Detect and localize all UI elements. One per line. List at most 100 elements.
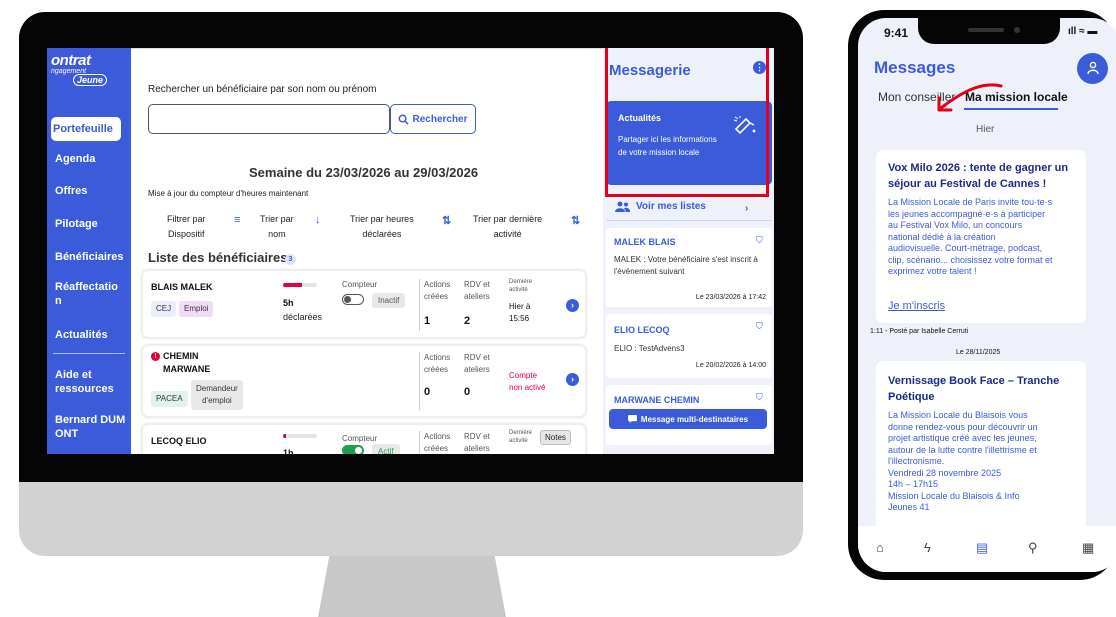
lightning-icon[interactable]: ϟ [924, 540, 931, 555]
profile-avatar[interactable] [1077, 53, 1108, 84]
multi-recipient-message-button[interactable]: Message multi-destinataires [609, 409, 767, 429]
multi-recipient-label: Message multi-destinataires [640, 414, 749, 424]
monitor-stand [318, 556, 506, 617]
post-body: La Mission Locale du Blaisois vous donne… [888, 410, 1038, 512]
conversation-name: MARWANE CHEMIN [614, 395, 700, 405]
app-logo[interactable]: ontrat ngagement Jeune [51, 52, 111, 92]
sidebar-item-portefeuille[interactable]: Portefeuille [51, 117, 121, 141]
sort-down-icon[interactable]: ↓ [315, 214, 321, 226]
highlight-box [605, 48, 769, 197]
conversation-date: Le 23/03/2026 à 17:42 [695, 294, 766, 301]
main-content: Rechercher un bénéficiaire par son nom o… [131, 48, 603, 454]
conversation-message: ELIO : TestAdvens3 [614, 344, 685, 353]
counter-toggle[interactable] [342, 445, 364, 454]
sidebar-item-aide[interactable]: Aide et ressources [55, 368, 114, 396]
tag-pacea: PACEA [151, 391, 188, 407]
panel-divider [606, 220, 772, 221]
actions-label: Actions créées [424, 432, 451, 453]
stage: { "desktop": { "sidebar": { "logo": {"li… [0, 0, 1116, 617]
list-title: Liste des bénéficiaires [148, 250, 288, 265]
counter-state: Actif [372, 444, 400, 454]
week-title: Semaine du 23/03/2026 au 29/03/2026 [249, 165, 479, 180]
toggle-knob [344, 296, 351, 303]
hours-progress-fill [283, 434, 287, 438]
conversation-date: Le 20/02/2026 à 14:00 [695, 362, 766, 369]
sort-updown-icon[interactable]: ⇅ [442, 214, 451, 227]
search-button-label: Rechercher [412, 113, 468, 125]
logo-line-3: Jeune [73, 74, 108, 86]
view-lists-label: Voir mes listes [636, 201, 706, 212]
chat-icon[interactable]: ▤ [976, 540, 988, 556]
sidebar-item-profile[interactable]: Bernard DUM ONT [55, 413, 125, 441]
phone-notch [918, 18, 1060, 44]
hours-value: 1h [283, 448, 294, 454]
filter-dispositif[interactable]: Filtrer par Dispositif [167, 212, 206, 242]
users-icon [615, 201, 630, 212]
notes-tooltip: Notes [540, 430, 571, 445]
conversation-name: ELIO LECOQ [614, 325, 670, 335]
post-body: La Mission Locale de Paris invite tou·te… [888, 197, 1053, 276]
column-divider [419, 352, 420, 410]
bookmark-icon[interactable]: ⛉ [756, 321, 763, 332]
tag-demandeur-emploi: Demandeur d'emploi [191, 380, 243, 410]
messaging-panel: Messagerie ⋮ Actualités Partager ici les… [603, 48, 774, 454]
rdv-label: RDV et ateliers [464, 353, 490, 374]
logo-line-1: ontrat [51, 52, 91, 69]
sort-name[interactable]: Trier par nom [260, 212, 294, 242]
filter-icon[interactable]: ≡ [234, 214, 240, 226]
actions-label: Actions créées [424, 280, 451, 301]
conversation-name: MALEK BLAIS [614, 237, 676, 247]
sort-updown-icon[interactable]: ⇅ [571, 214, 580, 227]
sidebar-divider [53, 353, 125, 354]
hours-progress-bar [283, 434, 317, 438]
beneficiary-row[interactable]: BLAIS MALEK CEJ Emploi 5h déclarées Comp… [142, 270, 586, 338]
calendar-icon[interactable]: ▦ [1082, 540, 1094, 556]
sidebar-item-pilotage[interactable]: Pilotage [55, 217, 98, 231]
actions-label: Actions créées [424, 353, 451, 374]
beneficiary-row[interactable]: LECOQ ELIO 1h Compteur Actif Actions cré… [142, 424, 586, 454]
day-separator: Hier [976, 124, 995, 135]
post-date: Le 28/11/2025 [956, 349, 1001, 356]
open-row-button[interactable]: › [566, 373, 579, 386]
search-button[interactable]: Rechercher [390, 104, 476, 134]
register-link[interactable]: Je m'inscris [888, 300, 945, 312]
search-input[interactable] [148, 104, 390, 134]
notch-speaker [968, 28, 1004, 32]
red-arrow-annotation [937, 83, 1003, 112]
beneficiary-name: CHEMIN MARWANE [163, 351, 211, 374]
open-row-button[interactable]: › [566, 299, 579, 312]
rdv-count: 0 [464, 386, 471, 398]
sort-last-activity[interactable]: Trier par dernière activité [473, 212, 542, 242]
post-card[interactable]: Vernissage Book Face – Tranche Poétique … [876, 361, 1086, 531]
sidebar-item-reaffectation[interactable]: Réaffectatio n [55, 280, 118, 308]
chevron-right-icon[interactable]: › [745, 203, 748, 214]
counter-state: Inactif [372, 293, 406, 308]
rdv-label: RDV et ateliers [464, 280, 490, 301]
home-icon[interactable]: ⌂ [876, 540, 884, 555]
hours-progress-fill [283, 283, 302, 287]
counter-toggle[interactable] [342, 294, 364, 305]
sidebar-item-offres[interactable]: Offres [55, 184, 87, 198]
sidebar-item-actualites[interactable]: Actualités [55, 328, 108, 342]
post-title: Vernissage Book Face – Tranche Poétique [888, 375, 1060, 403]
sidebar-item-beneficiaires[interactable]: Bénéficiaires [55, 250, 123, 264]
conversation-item[interactable]: ELIO LECOQ ⛉ ELIO : TestAdvens3 Le 20/02… [606, 314, 772, 378]
conversation-message: MALEK : Votre bénéficiaire s'est inscrit… [614, 255, 758, 276]
view-lists-link[interactable]: Voir mes listes [615, 201, 706, 212]
sidebar-item-agenda[interactable]: Agenda [55, 152, 95, 166]
bookmark-icon[interactable]: ⛉ [756, 392, 763, 403]
status-time: 9:41 [884, 26, 909, 40]
hours-label: déclarées [283, 312, 323, 322]
rdv-count: 2 [464, 315, 471, 327]
post-card[interactable]: Vox Milo 2026 : tente de gagner un séjou… [876, 150, 1086, 323]
search-label: Rechercher un bénéficiaire par son nom o… [148, 84, 377, 95]
bookmark-icon[interactable]: ⛉ [756, 235, 763, 246]
search-icon[interactable]: ⚲ [1028, 540, 1038, 556]
conversation-item[interactable]: MALEK BLAIS ⛉ MALEK : Votre bénéficiaire… [606, 228, 772, 307]
rdv-label: RDV et ateliers [464, 432, 490, 453]
beneficiary-row[interactable]: ! CHEMIN MARWANE PACEA Demandeur d'emplo… [142, 345, 586, 417]
sort-hours[interactable]: Trier par heures déclarées [350, 212, 414, 242]
phone-page-title: Messages [874, 58, 956, 77]
tag-emploi: Emploi [179, 301, 214, 317]
post-title: Vox Milo 2026 : tente de gagner un séjou… [888, 162, 1069, 190]
